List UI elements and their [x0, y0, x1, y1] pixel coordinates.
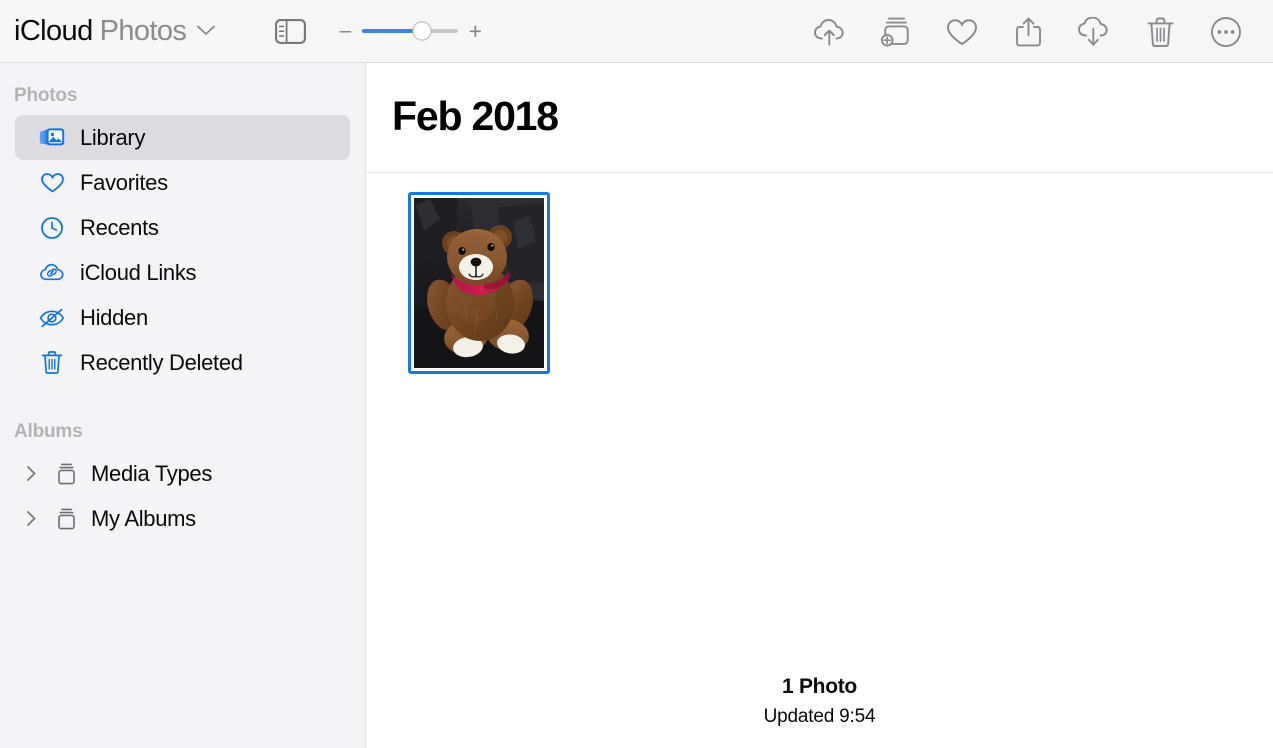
- ellipsis-circle-icon[interactable]: [1193, 7, 1259, 57]
- icloud-photos-window: iCloud Photos – + Photos Library Favorit…: [0, 0, 1273, 748]
- zoom-slider[interactable]: – +: [332, 18, 488, 44]
- sidebar-item-favorites[interactable]: Favorites: [15, 160, 350, 205]
- sidebar-section-photos-header: Photos: [14, 85, 78, 106]
- sidebar-item-media-types[interactable]: Media Types: [15, 451, 350, 496]
- sidebar-section-albums-header: Albums: [14, 421, 83, 442]
- sidebar-item-library[interactable]: Library: [15, 115, 350, 160]
- sidebar-item-label: Recents: [80, 214, 159, 240]
- cloud-link-icon: [39, 260, 65, 286]
- sidebar-item-my-albums[interactable]: My Albums: [15, 496, 350, 541]
- sidebar-item-label: Media Types: [91, 460, 213, 486]
- sidebar: Photos Library Favorites Recents iCloud …: [0, 63, 366, 748]
- heart-outline-icon: [39, 170, 65, 196]
- sidebar-item-label: iCloud Links: [80, 259, 197, 285]
- app-title-primary: iCloud: [14, 14, 93, 47]
- toolbar: iCloud Photos – +: [0, 0, 1273, 63]
- app-title-secondary: Photos: [99, 14, 187, 47]
- photo-thumbnail-selected[interactable]: [408, 192, 550, 374]
- album-box-icon: [53, 506, 79, 532]
- sidebar-item-label: Library: [80, 124, 146, 150]
- sidebar-item-recently-deleted[interactable]: Recently Deleted: [15, 340, 350, 385]
- zoom-out-button[interactable]: –: [332, 18, 358, 44]
- cloud-upload-icon[interactable]: [797, 7, 863, 57]
- zoom-slider-track[interactable]: [362, 20, 459, 42]
- sidebar-toggle-icon[interactable]: [270, 14, 310, 48]
- sidebar-item-hidden[interactable]: Hidden: [15, 295, 350, 340]
- sidebar-item-label: Hidden: [80, 304, 148, 330]
- toolbar-actions: [797, 0, 1259, 63]
- share-icon[interactable]: [995, 7, 1061, 57]
- month-title: Feb 2018: [392, 93, 559, 139]
- zoom-in-button[interactable]: +: [462, 18, 488, 44]
- updated-time-label: Updated 9:54: [763, 706, 876, 727]
- cloud-download-icon[interactable]: [1061, 7, 1127, 57]
- clock-icon: [39, 215, 65, 241]
- app-title[interactable]: iCloud Photos: [14, 15, 216, 48]
- trash-outline-icon: [39, 350, 65, 376]
- main-body: Photos Library Favorites Recents iCloud …: [0, 63, 1273, 748]
- chevron-right-icon[interactable]: [21, 464, 41, 484]
- zoom-slider-thumb[interactable]: [412, 21, 432, 41]
- trash-icon[interactable]: [1127, 7, 1193, 57]
- photo-stack-icon: [39, 125, 65, 151]
- status-area: 1 Photo Updated 9:54: [366, 675, 1273, 728]
- sidebar-item-label: My Albums: [91, 505, 196, 531]
- toolbar-left-controls: – +: [270, 14, 488, 48]
- add-to-album-icon[interactable]: [863, 7, 929, 57]
- content-area: Feb 2018 1 Photo Updated 9:54: [366, 63, 1273, 748]
- sidebar-item-icloud-links[interactable]: iCloud Links: [15, 250, 350, 295]
- teddy-bear-photo: [414, 198, 544, 368]
- photo-count-label: 1 Photo: [782, 675, 857, 698]
- sidebar-item-label: Favorites: [80, 169, 168, 195]
- chevron-down-icon[interactable]: [196, 24, 216, 42]
- sidebar-item-recents[interactable]: Recents: [15, 205, 350, 250]
- eye-slash-icon: [39, 305, 65, 331]
- sidebar-item-label: Recently Deleted: [80, 349, 243, 375]
- chevron-right-icon[interactable]: [21, 509, 41, 529]
- heart-icon[interactable]: [929, 7, 995, 57]
- album-box-icon: [53, 461, 79, 487]
- photo-grid: [366, 173, 1273, 374]
